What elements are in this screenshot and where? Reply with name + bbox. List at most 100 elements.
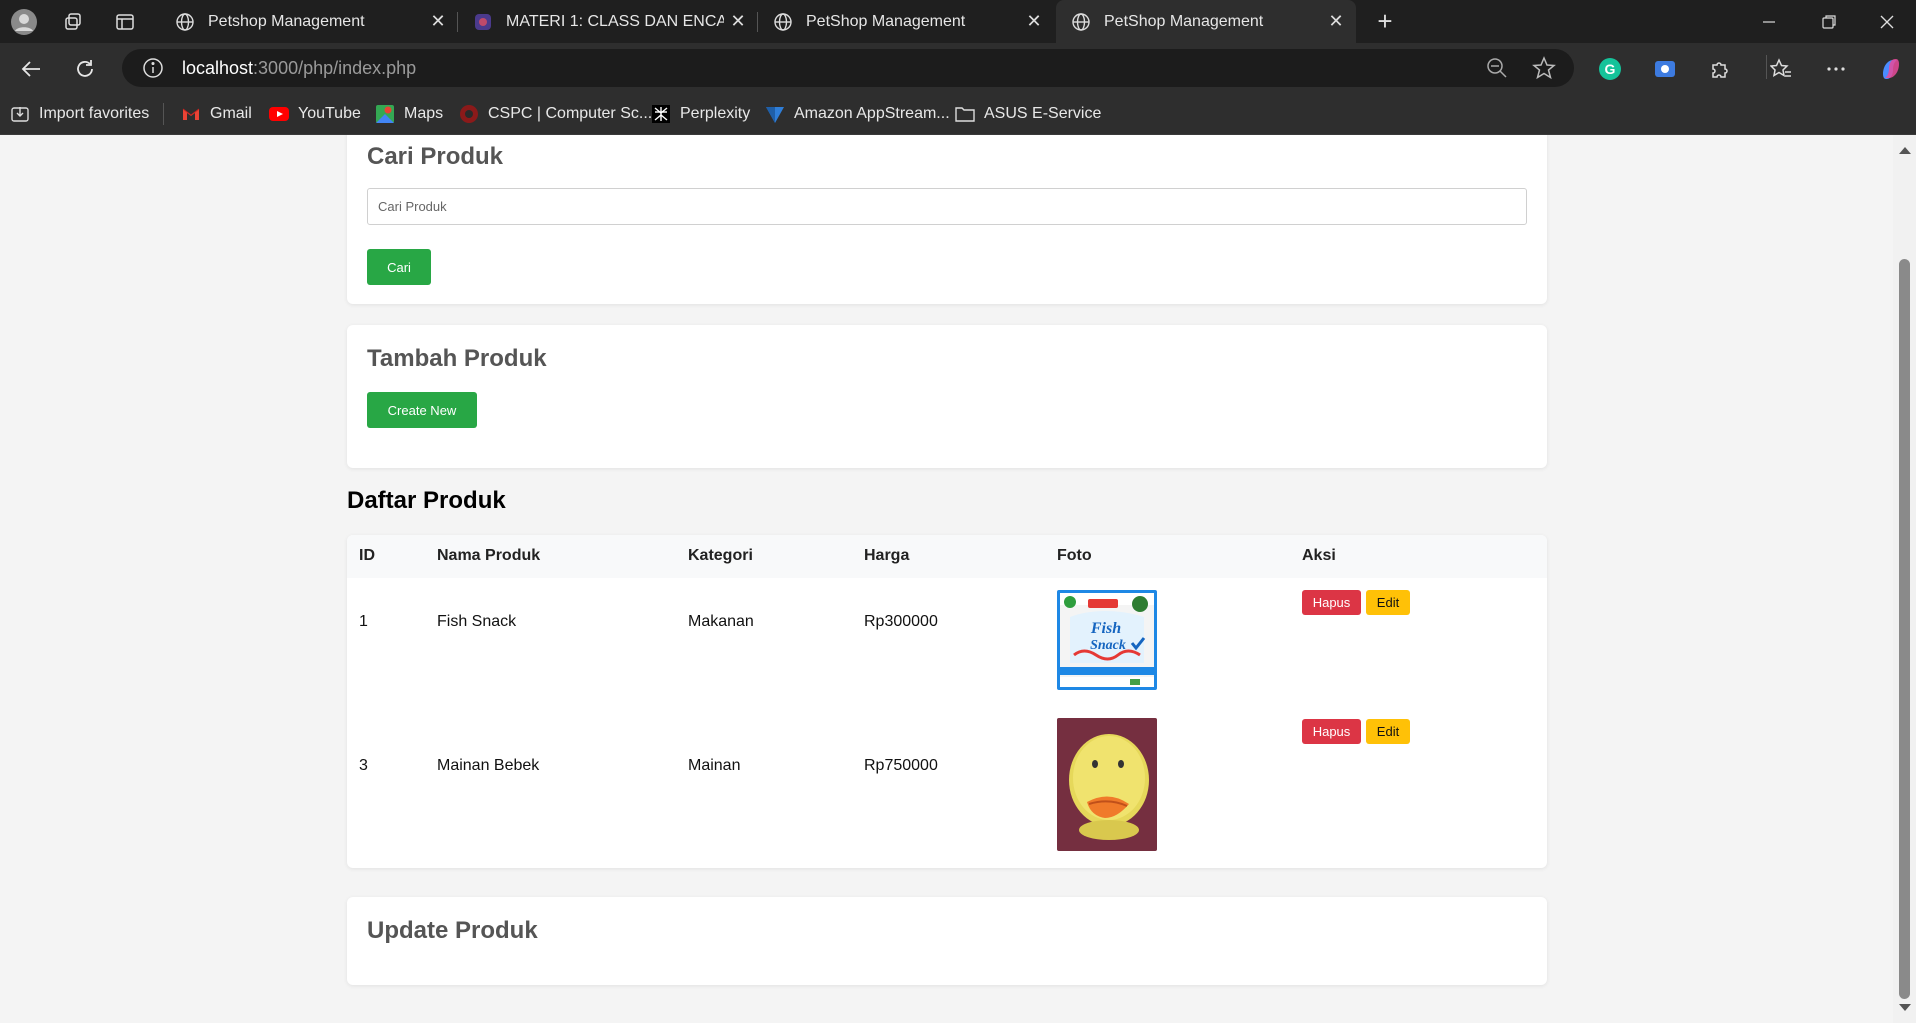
product-photo-rubber-duck [1057,718,1157,851]
table-header: ID Nama Produk Kategori Harga Foto Aksi [347,535,1547,578]
scroll-up-arrow-icon[interactable] [1899,147,1911,154]
fav-label: CSPC | Computer Sc... [488,105,653,122]
add-product-card: Tambah Produk Create New [347,325,1547,468]
tab-petshop-management-2[interactable]: PetShop Management ✕ [758,0,1054,43]
back-arrow-icon[interactable] [15,53,47,85]
more-options-icon[interactable] [1822,55,1850,83]
fav-label: YouTube [298,105,361,122]
site-info-icon[interactable] [142,57,164,79]
maps-icon [375,104,395,124]
column-header-id: ID [359,547,375,564]
address-toolbar: localhost:3000/php/index.php G [0,43,1916,93]
page-viewport: Cari Produk Cari Tambah Produk Create Ne… [0,135,1893,1023]
fav-label: Perplexity [680,105,751,122]
edit-button[interactable]: Edit [1366,719,1410,744]
url-path: :3000/php/index.php [253,58,417,78]
favorites-collection-icon[interactable] [1767,55,1795,83]
fav-asus-eservice[interactable]: ASUS E-Service [955,102,1101,126]
product-table: ID Nama Produk Kategori Harga Foto Aksi … [347,535,1547,868]
update-product-title: Update Produk [367,917,538,944]
column-header-category: Kategori [688,547,753,564]
import-favorites[interactable]: Import favorites [10,102,149,126]
close-tab-icon[interactable]: ✕ [1322,11,1350,32]
tab-title: Petshop Management [208,12,365,30]
scroll-down-arrow-icon[interactable] [1899,1004,1911,1011]
cell-price: Rp300000 [864,613,938,630]
product-list-title: Daftar Produk [347,487,506,514]
column-header-photo: Foto [1057,547,1092,564]
fav-youtube[interactable]: YouTube [269,102,361,126]
tab-petshop-management-1[interactable]: Petshop Management ✕ [160,0,458,43]
fav-gmail[interactable]: Gmail [181,102,252,126]
new-tab-icon[interactable]: + [1370,6,1400,36]
zoom-out-icon[interactable] [1486,57,1508,79]
add-product-title: Tambah Produk [367,345,547,372]
fav-amazon-appstream[interactable]: Amazon AppStream... [765,102,950,126]
address-bar[interactable]: localhost:3000/php/index.php [122,49,1574,87]
tab-title: MATERI 1: CLASS DAN ENCAPSULATION [506,12,724,30]
refresh-icon[interactable] [69,53,101,85]
cell-name: Mainan Bebek [437,757,540,774]
globe-icon [1070,11,1092,33]
cell-category: Mainan [688,757,741,774]
search-button[interactable]: Cari [367,249,431,285]
fav-cspc[interactable]: CSPC | Computer Sc... [459,102,652,126]
minimize-icon[interactable] [1740,0,1798,43]
cspc-logo-icon [459,104,479,124]
cell-category: Makanan [688,613,754,630]
column-header-name: Nama Produk [437,547,541,564]
tab-petshop-management-active[interactable]: PetShop Management ✕ [1056,0,1356,43]
delete-button[interactable]: Hapus [1302,590,1361,615]
fav-label: Maps [404,105,444,122]
close-tab-icon[interactable]: ✕ [1020,11,1048,32]
browser-tab-bar: Petshop Management ✕ MATERI 1: CLASS DAN… [0,0,1916,43]
edit-button[interactable]: Edit [1366,590,1410,615]
svg-text:Fish: Fish [1090,620,1121,637]
perplexity-icon [651,104,671,124]
favorite-star-icon[interactable] [1532,56,1556,80]
profile-avatar-icon[interactable] [10,8,38,36]
column-header-actions: Aksi [1302,547,1336,564]
search-title: Cari Produk [367,143,504,170]
gmail-icon [181,104,201,124]
favorites-divider [163,103,164,125]
appstream-icon [765,104,785,124]
close-tab-icon[interactable]: ✕ [424,11,452,32]
favorites-bar: Import favorites Gmail YouTube Maps CSPC… [0,93,1916,135]
search-input[interactable] [367,188,1527,225]
fav-perplexity[interactable]: Perplexity [651,102,750,126]
tab-title: PetShop Management [1104,12,1264,30]
delete-button[interactable]: Hapus [1302,719,1361,744]
search-card: Cari Produk Cari [347,135,1547,304]
close-tab-icon[interactable]: ✕ [724,11,752,32]
url-text[interactable]: localhost:3000/php/index.php [182,58,416,79]
cell-id: 1 [359,613,368,630]
fav-label: ASUS E-Service [984,105,1102,122]
column-header-price: Harga [864,547,910,564]
import-icon [10,104,30,124]
grammarly-icon[interactable]: G [1596,55,1624,83]
close-window-icon[interactable] [1858,0,1916,43]
tab-materi-class[interactable]: MATERI 1: CLASS DAN ENCAPSULATION ✕ [458,0,758,43]
youtube-icon [269,104,289,124]
product-photo-fish-snack: Fish Snack [1057,590,1157,690]
cell-price: Rp750000 [864,757,938,774]
svg-text:G: G [1605,61,1616,77]
copilot-icon[interactable] [1877,55,1905,83]
create-new-button[interactable]: Create New [367,392,477,428]
screen-capture-icon[interactable] [1651,55,1679,83]
url-host: localhost [182,58,254,78]
extensions-puzzle-icon[interactable] [1706,55,1734,83]
page-scrollbar[interactable] [1893,135,1916,1023]
scrollbar-thumb[interactable] [1899,259,1910,999]
cell-id: 3 [359,757,368,774]
update-product-card: Update Produk [347,897,1547,985]
fav-maps[interactable]: Maps [375,102,443,126]
restore-icon[interactable] [1800,0,1858,43]
workspaces-icon[interactable] [59,8,87,36]
fav-label: Import favorites [39,105,150,122]
tab-actions-icon[interactable] [111,8,139,36]
folder-icon [955,104,975,124]
cell-name: Fish Snack [437,613,517,630]
globe-icon [772,11,794,33]
